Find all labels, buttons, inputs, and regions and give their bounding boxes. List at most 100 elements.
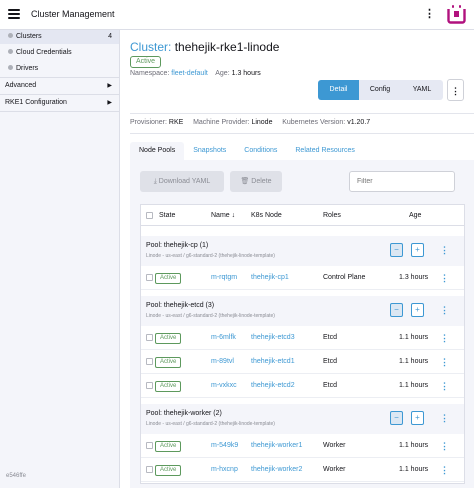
column-roles[interactable]: Roles xyxy=(323,205,341,226)
divider xyxy=(130,133,474,134)
scale-down-icon[interactable]: − xyxy=(390,243,403,257)
pool-title: Pool: thehejik-etcd (3) xyxy=(146,302,215,309)
node-name-link[interactable]: m-6mlfk xyxy=(211,326,236,350)
bullet-icon xyxy=(8,33,13,38)
age-label: Age: xyxy=(215,70,230,77)
tab-conditions[interactable]: Conditions xyxy=(235,142,286,160)
column-state[interactable]: State xyxy=(159,205,175,226)
tab-snapshots[interactable]: Snapshots xyxy=(184,142,235,160)
node-roles: Control Plane xyxy=(323,274,366,281)
scale-down-icon[interactable]: − xyxy=(390,303,403,317)
k8s-node-link[interactable]: thehejik-worker2 xyxy=(251,458,302,482)
node-name-link[interactable]: m-89tvl xyxy=(211,350,234,374)
filter-input[interactable] xyxy=(349,171,455,192)
k8s-node-link[interactable]: thehejik-etcd3 xyxy=(251,326,295,350)
sidebar-item-label: RKE1 Configuration xyxy=(5,99,67,106)
node-name-link[interactable]: m-rqtgm xyxy=(211,266,237,290)
status-badge: Active xyxy=(155,333,182,344)
top-bar: Cluster Management ⋮ xyxy=(0,0,474,30)
version-text: e546ffe xyxy=(6,473,26,479)
sidebar: Clusters 4 Cloud Credentials Drivers Adv… xyxy=(0,30,120,488)
row-actions-icon[interactable]: ⋮ xyxy=(440,434,449,458)
column-k8s-node[interactable]: K8s Node xyxy=(251,205,282,226)
select-all-checkbox[interactable] xyxy=(146,212,153,219)
row-checkbox[interactable] xyxy=(146,334,153,341)
node-age: 1.1 hours xyxy=(399,382,429,389)
chevron-right-icon: ▶ xyxy=(107,100,112,106)
resource-type-link[interactable]: Cluster: xyxy=(130,40,171,54)
download-icon: ⤓ xyxy=(153,178,157,185)
column-age[interactable]: Age xyxy=(409,205,421,226)
row-checkbox[interactable] xyxy=(146,442,153,449)
status-badge: Active xyxy=(155,273,182,284)
sidebar-group-advanced[interactable]: Advanced ▶ xyxy=(0,79,119,93)
row-actions-icon[interactable]: ⋮ xyxy=(440,458,449,482)
sidebar-item-drivers[interactable]: Drivers xyxy=(0,62,119,76)
row-checkbox[interactable] xyxy=(146,382,153,389)
row-actions-icon[interactable]: ⋮ xyxy=(440,266,449,290)
node-age: 1.3 hours xyxy=(399,274,429,281)
pool-subtitle: Linode - us-east / g6-standard-2 (thehej… xyxy=(146,313,275,319)
row-actions-icon[interactable]: ⋮ xyxy=(440,374,449,398)
node-name-link[interactable]: m-hxcnp xyxy=(211,458,238,482)
tab-related-resources[interactable]: Related Resources xyxy=(286,142,364,160)
scale-up-icon[interactable]: + xyxy=(411,243,424,257)
yaml-button[interactable]: YAML xyxy=(401,80,443,100)
config-button[interactable]: Config xyxy=(359,80,401,100)
column-name[interactable]: Name ↓ xyxy=(211,205,235,226)
scale-up-icon[interactable]: + xyxy=(411,411,424,425)
node-roles: Worker xyxy=(323,466,346,473)
status-badge: Active xyxy=(155,357,182,368)
pool-title: Pool: thehejik-cp (1) xyxy=(146,242,209,249)
pool-group-header: Pool: thehejik-cp (1) Linode - us-east / … xyxy=(141,236,464,266)
page-title: Cluster: thehejik-rke1-linode xyxy=(130,40,279,54)
row-checkbox[interactable] xyxy=(146,466,153,473)
meta-line: Namespace: fleet-default Age: 1.3 hours xyxy=(130,70,261,77)
node-name-link[interactable]: m-549k9 xyxy=(211,434,238,458)
k8s-node-link[interactable]: thehejik-cp1 xyxy=(251,266,289,290)
k8s-node-link[interactable]: thehejik-worker1 xyxy=(251,434,302,458)
detail-button[interactable]: Detail xyxy=(318,80,359,100)
sidebar-item-label: Drivers xyxy=(16,65,39,72)
scale-down-icon[interactable]: − xyxy=(390,411,403,425)
more-options-icon[interactable]: ⋮ xyxy=(424,7,435,21)
kubernetes-version-value: v1.20.7 xyxy=(347,119,371,126)
k8s-node-link[interactable]: thehejik-etcd2 xyxy=(251,374,295,398)
status-badge: Active xyxy=(155,465,182,476)
row-checkbox[interactable] xyxy=(146,358,153,365)
rancher-logo-icon[interactable] xyxy=(447,5,466,24)
pool-actions-icon[interactable]: ⋮ xyxy=(440,411,449,425)
divider xyxy=(0,94,119,95)
pool-actions-icon[interactable]: ⋮ xyxy=(440,303,449,317)
sidebar-item-clusters[interactable]: Clusters 4 xyxy=(0,30,119,44)
sidebar-item-label: Cloud Credentials xyxy=(16,49,72,56)
namespace-label: Namespace: xyxy=(130,70,170,77)
sidebar-group-rke1-configuration[interactable]: RKE1 Configuration ▶ xyxy=(0,96,119,110)
main-content: Cluster: thehejik-rke1-linode Active Nam… xyxy=(120,30,474,488)
bullet-icon xyxy=(8,49,13,54)
k8s-node-link[interactable]: thehejik-etcd1 xyxy=(251,350,295,374)
sidebar-item-cloud-credentials[interactable]: Cloud Credentials xyxy=(0,46,119,60)
pool-actions-icon[interactable]: ⋮ xyxy=(440,243,449,257)
clusters-count: 4 xyxy=(108,33,112,40)
tab-node-pools[interactable]: Node Pools xyxy=(130,142,185,160)
download-yaml-button[interactable]: ⤓ Download YAML xyxy=(140,171,224,192)
sidebar-item-label: Clusters xyxy=(16,33,42,40)
table-row: Active m-vxkxc thehejik-etcd2 Etcd 1.1 hours… xyxy=(141,374,464,398)
row-checkbox[interactable] xyxy=(146,274,153,281)
delete-button[interactable]: 🗑 Delete xyxy=(230,171,282,192)
scale-up-icon[interactable]: + xyxy=(411,303,424,317)
node-pools-panel: ⤓ Download YAML 🗑 Delete State Name ↓ K8… xyxy=(130,160,474,488)
node-roles: Worker xyxy=(323,442,346,449)
row-actions-icon[interactable]: ⋮ xyxy=(440,350,449,374)
namespace-link[interactable]: fleet-default xyxy=(171,70,208,77)
more-actions-icon[interactable]: ⋮ xyxy=(447,79,464,101)
pool-group-header: Pool: thehejik-etcd (3) Linode - us-east … xyxy=(141,296,464,326)
divider xyxy=(0,77,119,78)
node-name-link[interactable]: m-vxkxc xyxy=(211,374,237,398)
row-actions-icon[interactable]: ⋮ xyxy=(440,326,449,350)
status-badge: Active xyxy=(130,56,162,68)
menu-icon[interactable] xyxy=(8,9,20,19)
table-row: Active m-89tvl thehejik-etcd1 Etcd 1.1 hours… xyxy=(141,350,464,374)
node-roles: Etcd xyxy=(323,382,338,389)
